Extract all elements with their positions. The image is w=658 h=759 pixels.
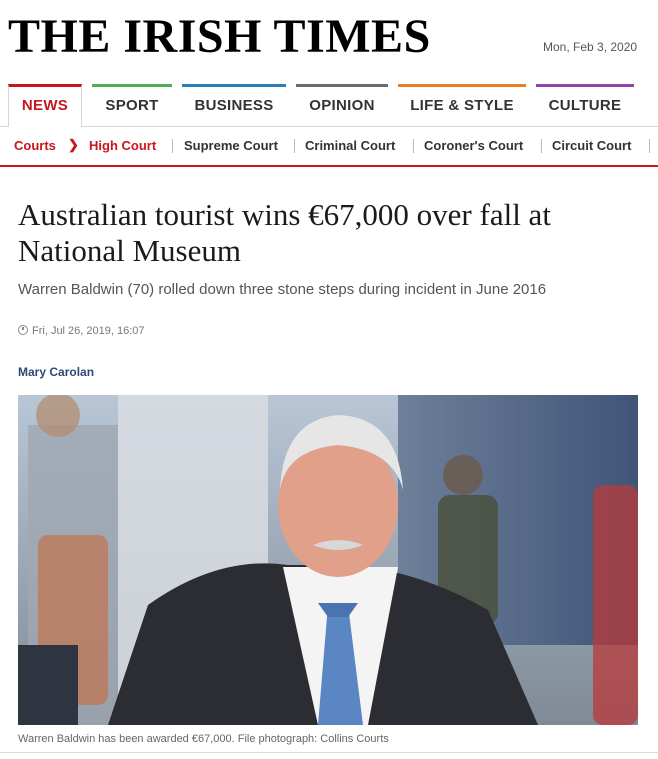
divider	[413, 139, 414, 153]
timestamp-text: Fri, Jul 26, 2019, 16:07	[32, 325, 145, 337]
masthead: THE IRISH TIMES Mon, Feb 3, 2020	[0, 0, 658, 84]
article-timestamp: Fri, Jul 26, 2019, 16:07	[18, 325, 145, 337]
current-date: Mon, Feb 3, 2020	[543, 40, 638, 54]
chevron-right-icon: ❯	[68, 137, 79, 152]
breadcrumb-high-court[interactable]: High Court	[89, 138, 156, 153]
breadcrumb-courts[interactable]: Courts	[14, 138, 56, 153]
author-byline[interactable]: Mary Carolan	[18, 365, 94, 379]
nav-business[interactable]: BUSINESS	[182, 84, 286, 125]
photo-illustration	[18, 395, 638, 725]
subnav-coroners-court[interactable]: Coroner's Court	[424, 138, 523, 153]
nav-news[interactable]: NEWS	[8, 84, 82, 127]
divider	[294, 139, 295, 153]
site-logo[interactable]: THE IRISH TIMES	[8, 8, 431, 66]
subnav-circuit-court[interactable]: Circuit Court	[552, 138, 631, 153]
subnav-supreme-court[interactable]: Supreme Court	[184, 138, 278, 153]
nav-life-style[interactable]: LIFE & STYLE	[398, 84, 526, 125]
divider	[649, 139, 650, 153]
nav-opinion[interactable]: OPINION	[296, 84, 388, 125]
primary-nav: NEWS SPORT BUSINESS OPINION LIFE & STYLE…	[0, 84, 658, 127]
article-standfirst: Warren Baldwin (70) rolled down three st…	[18, 281, 547, 298]
divider	[541, 139, 542, 153]
subnav-criminal-court[interactable]: Criminal Court	[305, 138, 395, 153]
nav-culture[interactable]: CULTURE	[536, 84, 634, 125]
article-photo[interactable]	[18, 395, 638, 725]
divider	[0, 752, 658, 753]
article-headline: Australian tourist wins €67,000 over fal…	[18, 197, 551, 268]
secondary-nav: Courts ❯ High Court Supreme Court Crimin…	[0, 127, 658, 167]
photo-caption: Warren Baldwin has been awarded €67,000.…	[18, 733, 389, 745]
clock-icon	[18, 325, 28, 335]
divider	[172, 139, 173, 153]
nav-sport[interactable]: SPORT	[92, 84, 172, 125]
